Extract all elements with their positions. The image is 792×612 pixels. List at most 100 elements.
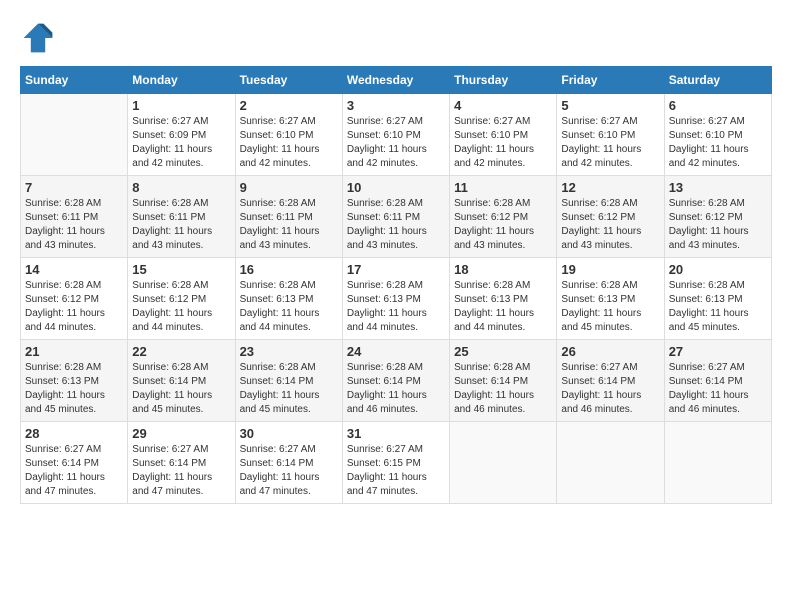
calendar-cell [664,422,771,504]
day-info: Sunrise: 6:27 AM Sunset: 6:09 PM Dayligh… [132,115,230,171]
day-info: Sunrise: 6:27 AM Sunset: 6:10 PM Dayligh… [240,115,338,171]
day-number: 31 [347,426,445,441]
day-number: 6 [669,98,767,113]
calendar-cell: 10 Sunrise: 6:28 AM Sunset: 6:11 PM Dayli… [342,176,449,258]
calendar-cell: 3 Sunrise: 6:27 AM Sunset: 6:10 PM Daylig… [342,94,449,176]
calendar-cell: 28 Sunrise: 6:27 AM Sunset: 6:14 PM Dayli… [21,422,128,504]
calendar-cell: 8Sunrise: 6:28 AM Sunset: 6:11 PM Daylig… [128,176,235,258]
calendar-cell: 6 Sunrise: 6:27 AM Sunset: 6:10 PM Daylig… [664,94,771,176]
day-info: Sunrise: 6:27 AM Sunset: 6:14 PM Dayligh… [240,443,338,499]
day-number: 2 [240,98,338,113]
day-of-week-header: Friday [557,67,664,94]
day-info: Sunrise: 6:27 AM Sunset: 6:10 PM Dayligh… [669,115,767,171]
day-number: 1 [132,98,230,113]
calendar-week-row: 14 Sunrise: 6:28 AM Sunset: 6:12 PM Dayli… [21,258,772,340]
day-info: Sunrise: 6:28 AM Sunset: 6:14 PM Dayligh… [347,361,445,417]
calendar-cell: 1 Sunrise: 6:27 AM Sunset: 6:09 PM Daylig… [128,94,235,176]
day-info: Sunrise: 6:27 AM Sunset: 6:14 PM Dayligh… [25,443,123,499]
calendar-cell: 17 Sunrise: 6:28 AM Sunset: 6:13 PM Dayli… [342,258,449,340]
day-info: Sunrise: 6:28 AM Sunset: 6:13 PM Dayligh… [561,279,659,335]
day-number: 8 [132,180,230,195]
calendar-cell: 11 Sunrise: 6:28 AM Sunset: 6:12 PM Dayli… [450,176,557,258]
calendar-cell: 18Sunrise: 6:28 AM Sunset: 6:13 PM Dayli… [450,258,557,340]
day-of-week-header: Tuesday [235,67,342,94]
calendar-week-row: 28 Sunrise: 6:27 AM Sunset: 6:14 PM Dayli… [21,422,772,504]
day-number: 10 [347,180,445,195]
logo-icon [20,20,56,56]
day-info: Sunrise: 6:28 AM Sunset: 6:14 PM Dayligh… [454,361,552,417]
day-info: Sunrise: 6:28 AM Sunset: 6:12 PM Dayligh… [132,279,230,335]
calendar-body: 1 Sunrise: 6:27 AM Sunset: 6:09 PM Daylig… [21,94,772,504]
day-number: 3 [347,98,445,113]
day-number: 22 [132,344,230,359]
calendar-cell: 15 Sunrise: 6:28 AM Sunset: 6:12 PM Dayli… [128,258,235,340]
day-number: 11 [454,180,552,195]
day-info: Sunrise: 6:28 AM Sunset: 6:13 PM Dayligh… [240,279,338,335]
day-info: Sunrise: 6:27 AM Sunset: 6:10 PM Dayligh… [347,115,445,171]
day-number: 27 [669,344,767,359]
day-info: Sunrise: 6:28 AM Sunset: 6:12 PM Dayligh… [25,279,123,335]
calendar-cell: 20 Sunrise: 6:28 AM Sunset: 6:13 PM Dayli… [664,258,771,340]
day-number: 24 [347,344,445,359]
day-number: 7 [25,180,123,195]
calendar-cell: 2 Sunrise: 6:27 AM Sunset: 6:10 PM Daylig… [235,94,342,176]
day-info: Sunrise: 6:28 AM Sunset: 6:11 PM Dayligh… [25,197,123,253]
calendar-cell: 13Sunrise: 6:28 AM Sunset: 6:12 PM Dayli… [664,176,771,258]
calendar-week-row: 7 Sunrise: 6:28 AM Sunset: 6:11 PM Daylig… [21,176,772,258]
day-info: Sunrise: 6:28 AM Sunset: 6:12 PM Dayligh… [454,197,552,253]
day-info: Sunrise: 6:28 AM Sunset: 6:13 PM Dayligh… [669,279,767,335]
day-info: Sunrise: 6:28 AM Sunset: 6:11 PM Dayligh… [240,197,338,253]
day-number: 17 [347,262,445,277]
day-number: 26 [561,344,659,359]
calendar-cell: 14 Sunrise: 6:28 AM Sunset: 6:12 PM Dayli… [21,258,128,340]
calendar-cell: 16 Sunrise: 6:28 AM Sunset: 6:13 PM Dayli… [235,258,342,340]
day-number: 12 [561,180,659,195]
day-number: 15 [132,262,230,277]
calendar-cell: 26 Sunrise: 6:27 AM Sunset: 6:14 PM Dayli… [557,340,664,422]
day-of-week-header: Sunday [21,67,128,94]
day-number: 9 [240,180,338,195]
day-info: Sunrise: 6:27 AM Sunset: 6:15 PM Dayligh… [347,443,445,499]
day-of-week-header: Wednesday [342,67,449,94]
calendar-cell [557,422,664,504]
calendar-cell: 30 Sunrise: 6:27 AM Sunset: 6:14 PM Dayli… [235,422,342,504]
day-info: Sunrise: 6:27 AM Sunset: 6:14 PM Dayligh… [132,443,230,499]
day-number: 13 [669,180,767,195]
calendar-cell [21,94,128,176]
calendar-cell: 19 Sunrise: 6:28 AM Sunset: 6:13 PM Dayli… [557,258,664,340]
calendar-cell: 12 Sunrise: 6:28 AM Sunset: 6:12 PM Dayli… [557,176,664,258]
day-number: 25 [454,344,552,359]
day-of-week-header: Thursday [450,67,557,94]
day-number: 16 [240,262,338,277]
day-info: Sunrise: 6:28 AM Sunset: 6:11 PM Dayligh… [347,197,445,253]
calendar-cell: 23Sunrise: 6:28 AM Sunset: 6:14 PM Dayli… [235,340,342,422]
day-info: Sunrise: 6:28 AM Sunset: 6:13 PM Dayligh… [347,279,445,335]
calendar-cell: 21 Sunrise: 6:28 AM Sunset: 6:13 PM Dayli… [21,340,128,422]
day-number: 30 [240,426,338,441]
calendar-cell: 31 Sunrise: 6:27 AM Sunset: 6:15 PM Dayli… [342,422,449,504]
day-of-week-header: Saturday [664,67,771,94]
day-number: 5 [561,98,659,113]
day-info: Sunrise: 6:28 AM Sunset: 6:14 PM Dayligh… [240,361,338,417]
calendar-cell: 25 Sunrise: 6:28 AM Sunset: 6:14 PM Dayli… [450,340,557,422]
day-info: Sunrise: 6:28 AM Sunset: 6:13 PM Dayligh… [25,361,123,417]
day-number: 21 [25,344,123,359]
day-number: 4 [454,98,552,113]
calendar-cell: 9 Sunrise: 6:28 AM Sunset: 6:11 PM Daylig… [235,176,342,258]
day-info: Sunrise: 6:28 AM Sunset: 6:13 PM Dayligh… [454,279,552,335]
calendar-table: SundayMondayTuesdayWednesdayThursdayFrid… [20,66,772,504]
day-number: 14 [25,262,123,277]
logo [20,20,60,56]
calendar-week-row: 1 Sunrise: 6:27 AM Sunset: 6:09 PM Daylig… [21,94,772,176]
calendar-week-row: 21 Sunrise: 6:28 AM Sunset: 6:13 PM Dayli… [21,340,772,422]
calendar-cell: 22Sunrise: 6:28 AM Sunset: 6:14 PM Dayli… [128,340,235,422]
calendar-cell: 27Sunrise: 6:27 AM Sunset: 6:14 PM Dayli… [664,340,771,422]
page-header [20,20,772,56]
days-of-week-row: SundayMondayTuesdayWednesdayThursdayFrid… [21,67,772,94]
day-number: 19 [561,262,659,277]
day-info: Sunrise: 6:28 AM Sunset: 6:12 PM Dayligh… [561,197,659,253]
day-info: Sunrise: 6:27 AM Sunset: 6:14 PM Dayligh… [561,361,659,417]
day-number: 20 [669,262,767,277]
day-number: 28 [25,426,123,441]
calendar-cell: 4Sunrise: 6:27 AM Sunset: 6:10 PM Daylig… [450,94,557,176]
